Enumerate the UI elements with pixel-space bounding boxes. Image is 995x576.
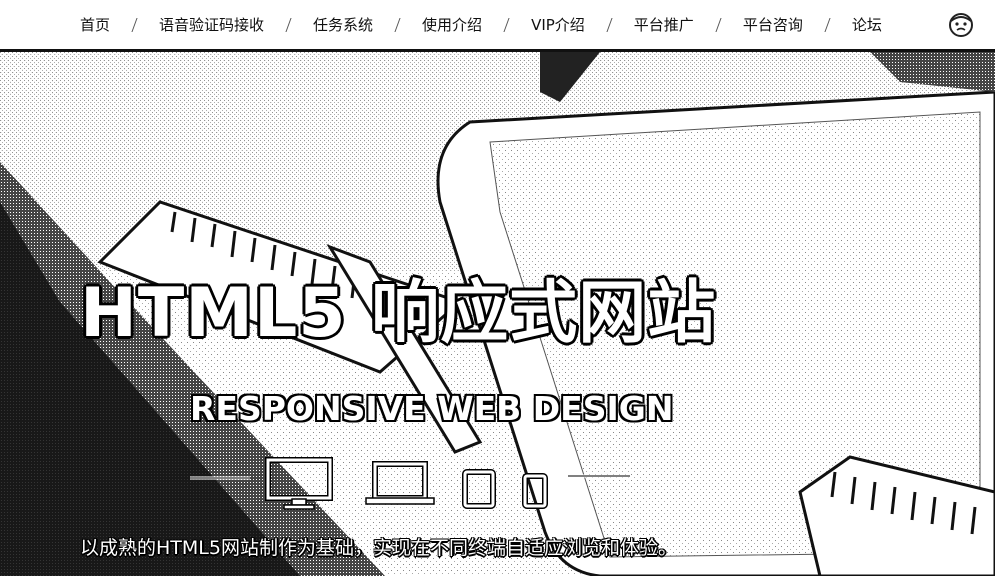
nav-menu: 首页 语音验证码接收 任务系统 使用介绍 VIP介绍 平台推广 平台咨询 论坛 [80, 0, 882, 49]
nav-separator [131, 17, 138, 32]
nav-separator [394, 17, 401, 32]
nav-item-label: VIP介绍 [531, 16, 585, 34]
laptop-icon [365, 461, 435, 505]
nav-item-label: 任务系统 [313, 16, 374, 34]
hero-subtitle: RESPONSIVE WEB DESIGN [190, 389, 674, 428]
tablet-icon [462, 469, 496, 509]
nav-separator [715, 17, 722, 32]
nav-item-label: 首页 [80, 16, 111, 34]
desktop-icon [265, 457, 333, 510]
nav-item-label: 论坛 [851, 16, 882, 34]
nav-item-forum[interactable]: 论坛 [852, 14, 882, 35]
nav-item-task-system[interactable]: 任务系统 [313, 14, 373, 35]
nav-separator [824, 17, 831, 32]
nav-separator [606, 17, 613, 32]
top-navigation: 首页 语音验证码接收 任务系统 使用介绍 VIP介绍 平台推广 平台咨询 论坛 [0, 0, 995, 52]
nav-item-label: 平台咨询 [742, 16, 803, 34]
nav-item-usage-guide[interactable]: 使用介绍 [422, 14, 482, 35]
nav-item-label: 语音验证码接收 [159, 16, 265, 34]
user-avatar-icon[interactable] [948, 12, 974, 38]
device-icons-row [190, 452, 640, 512]
nav-item-home[interactable]: 首页 [80, 14, 110, 35]
hero-title: HTML5 响应式网站 [80, 274, 717, 353]
nav-separator [503, 17, 510, 32]
nav-item-label: 使用介绍 [422, 16, 483, 34]
hero-description: 以成熟的HTML5网站制作为基础，实现在不同终端自适应浏览和体验。 [80, 537, 677, 559]
nav-separator [285, 17, 292, 32]
nav-item-voice-code[interactable]: 语音验证码接收 [159, 14, 264, 35]
nav-item-vip[interactable]: VIP介绍 [531, 14, 585, 35]
hero-banner: HTML5 响应式网站 RESPONSIVE WEB DESIGN 以成熟的HT… [0, 52, 995, 576]
nav-item-consulting[interactable]: 平台咨询 [743, 14, 803, 35]
nav-item-label: 平台推广 [633, 16, 694, 34]
nav-item-promotion[interactable]: 平台推广 [634, 14, 694, 35]
phone-icon [522, 473, 548, 509]
